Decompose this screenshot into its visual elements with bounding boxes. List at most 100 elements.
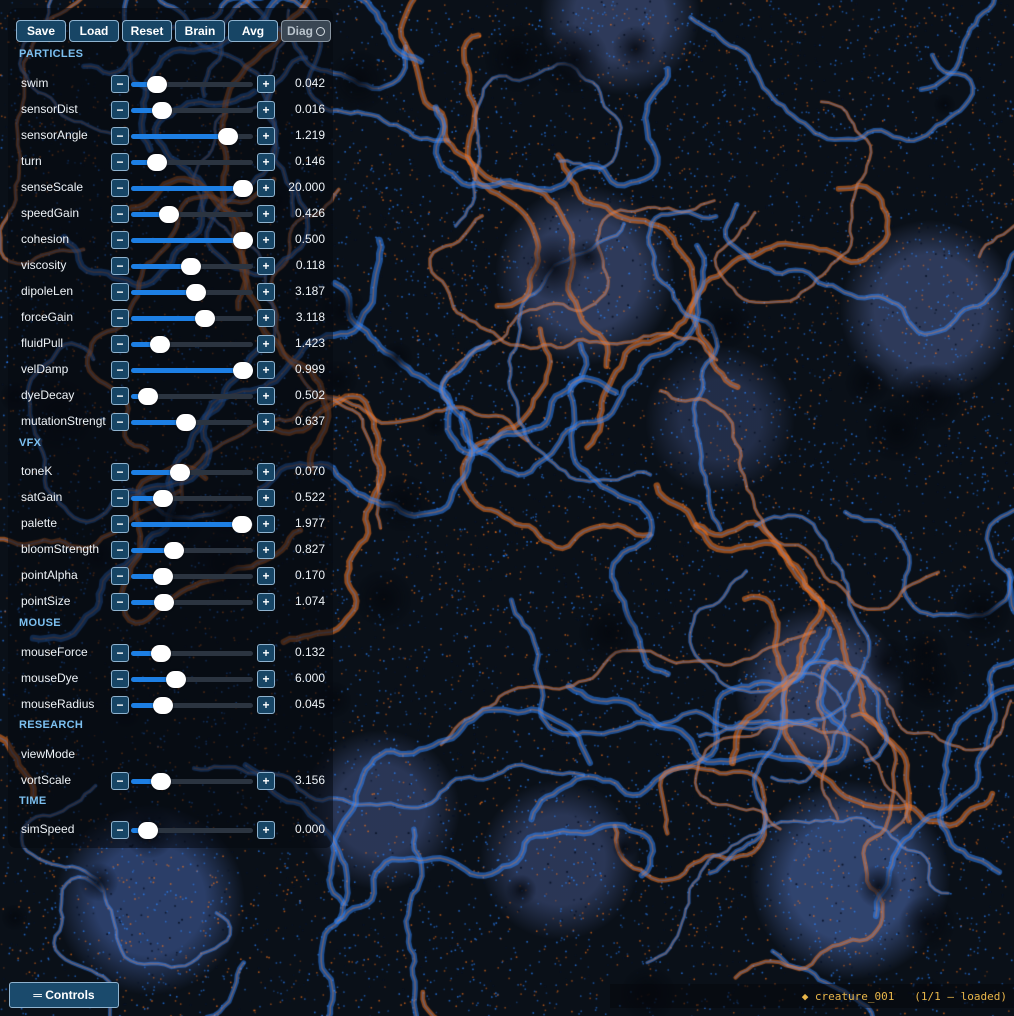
decrement-button[interactable]: − [111,387,129,405]
param-slider[interactable] [131,128,253,145]
decrement-button[interactable]: − [111,127,129,145]
increment-button[interactable]: + [257,567,275,585]
decrement-button[interactable]: − [111,309,129,327]
increment-button[interactable]: + [257,257,275,275]
increment-button[interactable]: + [257,335,275,353]
increment-button[interactable]: + [257,309,275,327]
param-slider[interactable] [131,206,253,223]
decrement-button[interactable]: − [111,567,129,585]
increment-button[interactable]: + [257,231,275,249]
param-slider[interactable] [131,773,253,790]
decrement-button[interactable]: − [111,541,129,559]
param-slider[interactable] [131,310,253,327]
slider-thumb[interactable] [163,542,184,559]
increment-button[interactable]: + [257,179,275,197]
param-slider[interactable] [131,414,253,431]
increment-button[interactable]: + [257,283,275,301]
decrement-button[interactable]: − [111,361,129,379]
slider-thumb[interactable] [186,284,207,301]
increment-button[interactable]: + [257,489,275,507]
increment-button[interactable]: + [257,541,275,559]
param-slider[interactable] [131,542,253,559]
param-slider[interactable] [131,697,253,714]
param-slider[interactable] [131,490,253,507]
slider-thumb[interactable] [169,464,190,481]
param-slider[interactable] [131,362,253,379]
param-slider[interactable] [131,464,253,481]
increment-button[interactable]: + [257,644,275,662]
decrement-button[interactable]: − [111,821,129,839]
decrement-button[interactable]: − [111,257,129,275]
diag-toggle-button[interactable]: Diag [281,20,331,42]
slider-thumb[interactable] [147,154,168,171]
slider-thumb[interactable] [152,102,173,119]
param-slider[interactable] [131,336,253,353]
decrement-button[interactable]: − [111,413,129,431]
param-slider[interactable] [131,671,253,688]
increment-button[interactable]: + [257,515,275,533]
increment-button[interactable]: + [257,101,275,119]
reset-button[interactable]: Reset [122,20,172,42]
decrement-button[interactable]: − [111,75,129,93]
param-slider[interactable] [131,258,253,275]
slider-thumb[interactable] [147,76,168,93]
increment-button[interactable]: + [257,127,275,145]
slider-thumb[interactable] [233,180,253,197]
increment-button[interactable]: + [257,463,275,481]
decrement-button[interactable]: − [111,515,129,533]
decrement-button[interactable]: − [111,153,129,171]
slider-thumb[interactable] [153,568,174,585]
slider-thumb[interactable] [138,822,159,839]
slider-thumb[interactable] [151,645,172,662]
param-slider[interactable] [131,76,253,93]
increment-button[interactable]: + [257,387,275,405]
increment-button[interactable]: + [257,821,275,839]
param-slider[interactable] [131,568,253,585]
load-button[interactable]: Load [69,20,119,42]
slider-thumb[interactable] [217,128,238,145]
increment-button[interactable]: + [257,75,275,93]
slider-thumb[interactable] [150,336,171,353]
slider-thumb[interactable] [231,516,252,533]
param-slider[interactable] [131,516,253,533]
decrement-button[interactable]: − [111,772,129,790]
decrement-button[interactable]: − [111,101,129,119]
param-slider[interactable] [131,388,253,405]
decrement-button[interactable]: − [111,205,129,223]
increment-button[interactable]: + [257,361,275,379]
slider-thumb[interactable] [233,232,253,249]
decrement-button[interactable]: − [111,463,129,481]
decrement-button[interactable]: − [111,593,129,611]
save-button[interactable]: Save [16,20,66,42]
param-slider[interactable] [131,822,253,839]
slider-thumb[interactable] [233,362,253,379]
increment-button[interactable]: + [257,696,275,714]
avg-button[interactable]: Avg [228,20,278,42]
decrement-button[interactable]: − [111,696,129,714]
slider-thumb[interactable] [195,310,216,327]
decrement-button[interactable]: − [111,283,129,301]
slider-thumb[interactable] [138,388,159,405]
slider-thumb[interactable] [153,490,174,507]
decrement-button[interactable]: − [111,335,129,353]
decrement-button[interactable]: − [111,670,129,688]
slider-thumb[interactable] [153,697,174,714]
increment-button[interactable]: + [257,205,275,223]
param-slider[interactable] [131,102,253,119]
slider-thumb[interactable] [180,258,201,275]
decrement-button[interactable]: − [111,179,129,197]
param-slider[interactable] [131,284,253,301]
increment-button[interactable]: + [257,593,275,611]
increment-button[interactable]: + [257,772,275,790]
decrement-button[interactable]: − [111,644,129,662]
param-slider[interactable] [131,594,253,611]
slider-thumb[interactable] [165,671,186,688]
param-slider[interactable] [131,154,253,171]
increment-button[interactable]: + [257,153,275,171]
slider-thumb[interactable] [175,414,196,431]
increment-button[interactable]: + [257,413,275,431]
param-slider[interactable] [131,232,253,249]
brain-button[interactable]: Brain [175,20,225,42]
decrement-button[interactable]: − [111,489,129,507]
decrement-button[interactable]: − [111,231,129,249]
